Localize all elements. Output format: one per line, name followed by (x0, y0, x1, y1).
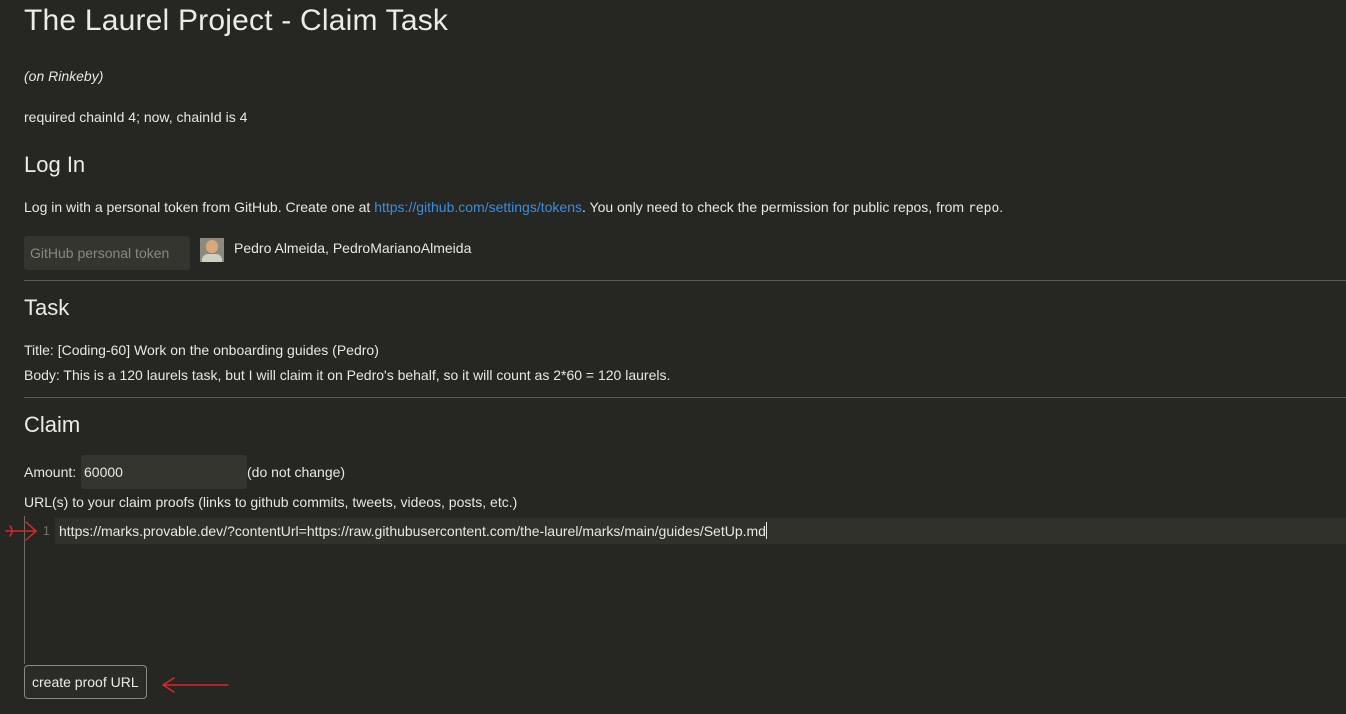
avatar-shirt (202, 254, 222, 262)
task-body: Body: This is a 120 laurels task, but I … (24, 367, 671, 383)
amount-label: Amount: (24, 464, 77, 480)
github-tokens-link[interactable]: https://github.com/settings/tokens (374, 199, 582, 215)
user-avatar-icon (200, 238, 224, 262)
amount-note: (do not change) (247, 464, 346, 480)
section-divider (24, 280, 1346, 281)
red-arrow-annotation-icon (5, 521, 38, 541)
claim-task-page: The Laurel Project - Claim Task (on Rink… (24, 0, 1346, 714)
task-title: Title: [Coding-60] Work on the onboardin… (24, 342, 379, 358)
github-token-input[interactable] (24, 236, 190, 270)
login-desc-text-2: . You only need to check the permission … (581, 199, 968, 215)
avatar-head (206, 240, 218, 253)
section-divider (24, 397, 1346, 398)
proof-urls-label: URL(s) to your claim proofs (links to gi… (24, 494, 518, 510)
editor-line-content[interactable]: https://marks.provable.dev/?contentUrl=h… (55, 518, 1346, 544)
logged-in-user-name: Pedro Almeida, PedroMarianoAlmeida (234, 240, 472, 256)
login-heading: Log In (24, 152, 86, 177)
editor-line[interactable]: 1 https://marks.provable.dev/?contentUrl… (25, 518, 1346, 544)
login-desc-text: Log in with a personal token from GitHub… (24, 199, 375, 215)
chain-status: required chainId 4; now, chainId is 4 (24, 109, 248, 125)
repo-permission-code: repo (967, 201, 1000, 216)
task-heading: Task (24, 295, 70, 320)
login-description: Log in with a personal token from GitHub… (24, 199, 1003, 216)
text-caret (765, 522, 767, 539)
amount-input[interactable] (81, 455, 247, 489)
login-desc-end: . (999, 199, 1004, 215)
claim-heading: Claim (24, 412, 81, 437)
proof-urls-editor[interactable]: 1 https://marks.provable.dev/?contentUrl… (24, 516, 1346, 664)
red-arrow-annotation-icon (161, 677, 229, 693)
page-title: The Laurel Project - Claim Task (24, 4, 449, 37)
proof-url-text: https://marks.provable.dev/?contentUrl=h… (59, 523, 766, 539)
create-proof-url-button[interactable]: create proof URL (24, 665, 147, 699)
network-note: (on Rinkeby) (24, 68, 104, 84)
